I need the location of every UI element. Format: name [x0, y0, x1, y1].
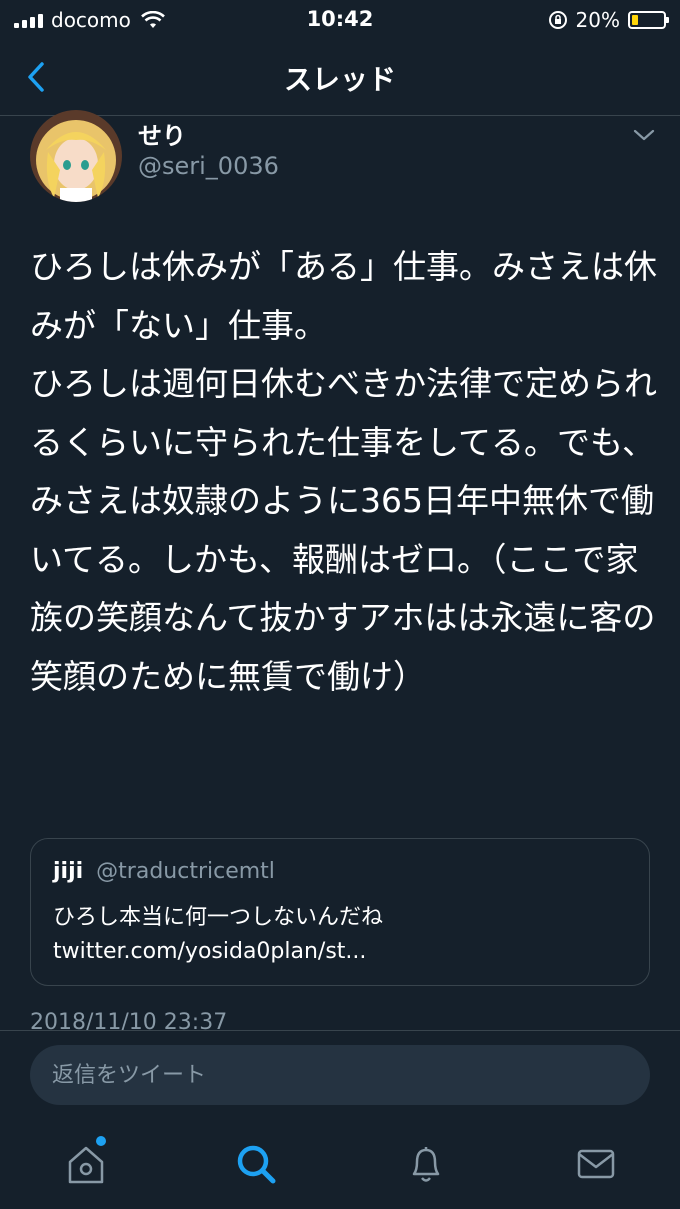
quoted-author-handle: @traductricemtl	[96, 859, 275, 884]
page-title: スレッド	[283, 63, 396, 96]
quoted-tweet[interactable]: jiji @traductricemtl ひろし本当に何一つしないんだね twi…	[30, 838, 650, 986]
author-handle[interactable]: @seri_0036	[138, 152, 279, 180]
status-bar: docomo 10:42 20%	[0, 0, 680, 40]
quoted-tweet-text: ひろし本当に何一つしないんだね twitter.com/yosida0plan/…	[53, 905, 384, 964]
avatar[interactable]	[30, 110, 122, 202]
reply-input[interactable]	[30, 1045, 650, 1105]
reply-bar	[0, 1030, 680, 1120]
quoted-author-name: jiji	[53, 859, 84, 884]
battery-icon	[628, 11, 669, 29]
search-icon[interactable]	[234, 1142, 278, 1186]
messages-envelope-icon[interactable]	[574, 1142, 618, 1186]
tab-bar	[0, 1120, 680, 1209]
tweet-text: ひろしは休みが「ある」仕事。みさえは休みが「ない」仕事。 ひろしは週何日休むべき…	[30, 247, 657, 696]
author-name[interactable]: せり	[138, 116, 186, 151]
unread-dot	[96, 1136, 106, 1146]
notifications-bell-icon[interactable]	[404, 1142, 448, 1186]
orientation-lock-icon	[548, 11, 567, 29]
chevron-down-icon[interactable]	[632, 128, 656, 142]
home-icon[interactable]	[64, 1142, 108, 1186]
nav-bar: スレッド	[0, 40, 680, 116]
battery-percent: 20%	[575, 8, 620, 32]
